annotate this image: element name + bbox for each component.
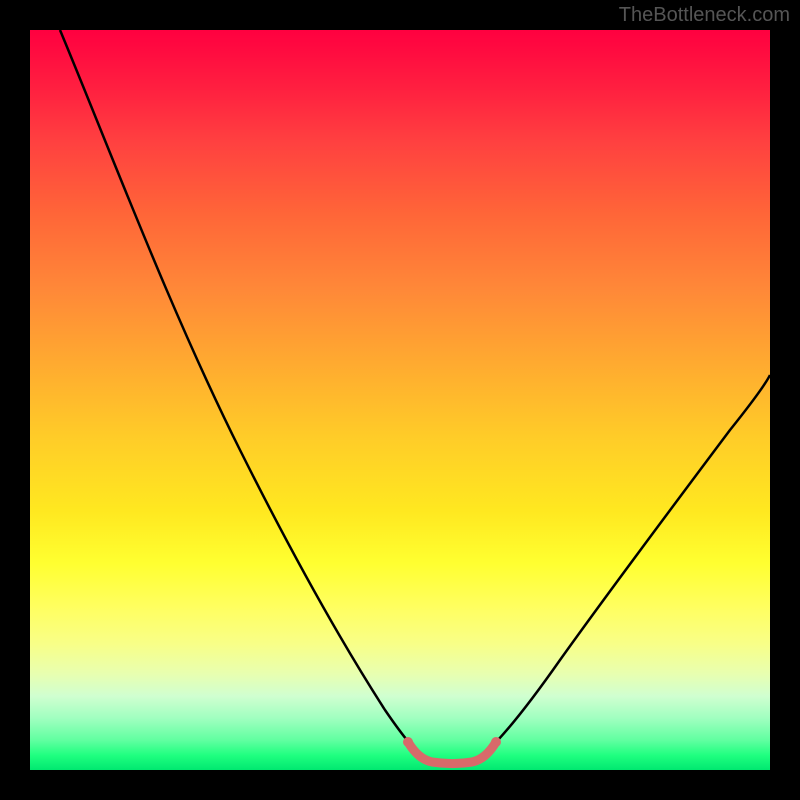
chart-svg [30,30,770,770]
valley-highlight-path [408,742,496,764]
valley-dot-left [403,737,413,747]
valley-dot-right [491,737,501,747]
chart-plot-area [30,30,770,770]
left-curve-path [60,30,422,756]
watermark-text: TheBottleneck.com [619,4,790,27]
right-curve-path [482,375,770,756]
